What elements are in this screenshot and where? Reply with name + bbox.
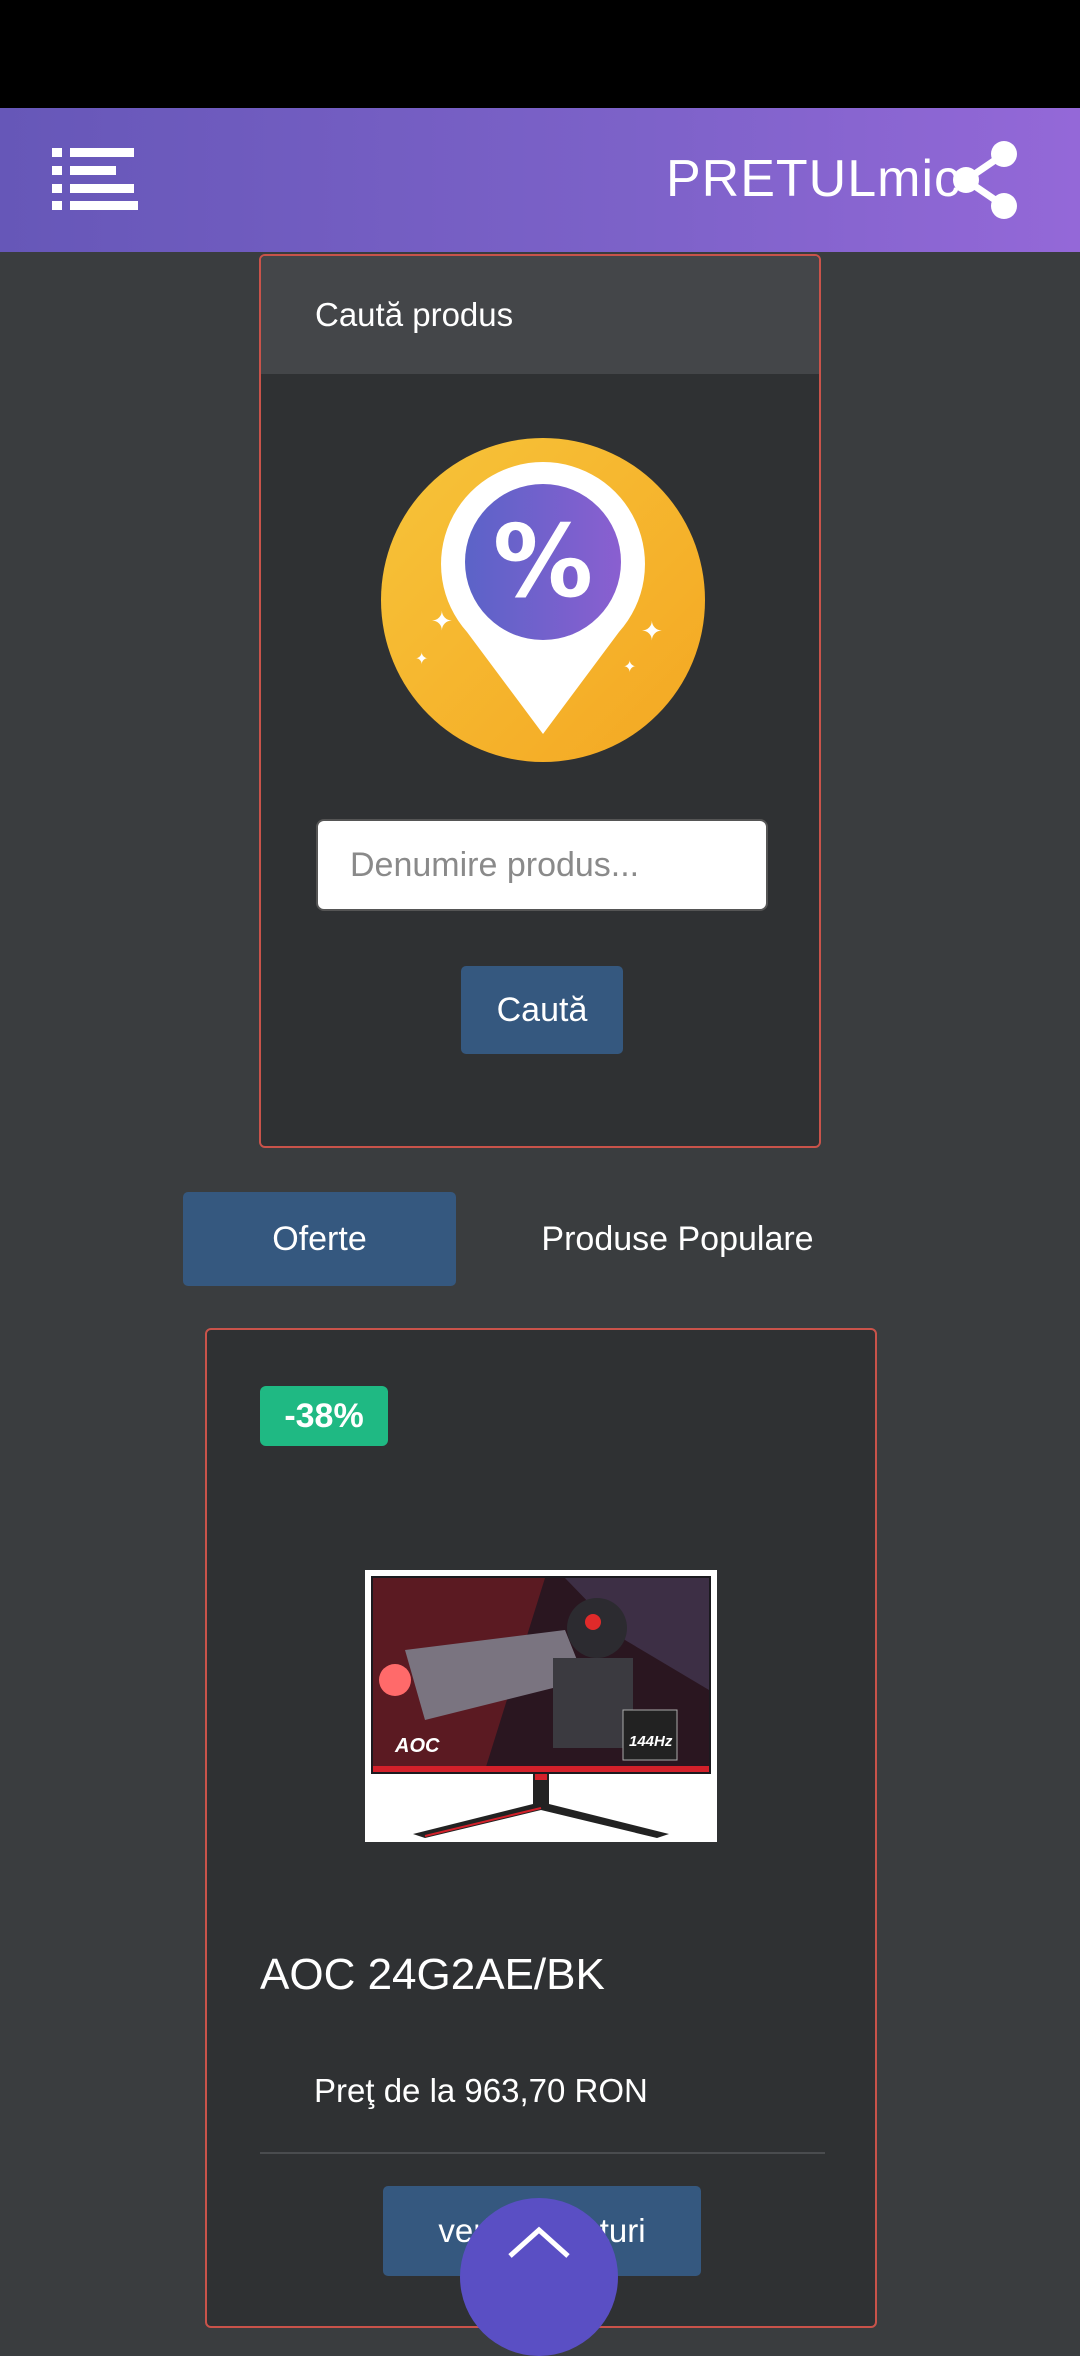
svg-text:✦: ✦	[415, 651, 428, 668]
brand-title: PRETULmic	[666, 150, 962, 208]
svg-text:%: %	[493, 503, 593, 620]
chevron-up-icon	[508, 2226, 570, 2258]
refresh-rate-text: 144Hz	[629, 1733, 673, 1750]
scroll-to-top-button[interactable]	[460, 2198, 618, 2356]
product-image[interactable]: AOC 144Hz	[365, 1570, 717, 1842]
search-button[interactable]: Caută	[461, 966, 623, 1054]
app-bar: PRETULmic	[0, 108, 1080, 252]
search-card: Caută produs % ✦ ✦ ✦ ✦ Caută	[259, 254, 821, 1148]
list-menu-icon[interactable]	[52, 148, 138, 210]
tab-popular-products[interactable]: Produse Populare	[520, 1192, 835, 1286]
monitor-brand-text: AOC	[394, 1735, 440, 1757]
svg-text:✦: ✦	[431, 606, 453, 636]
search-card-header: Caută produs	[261, 256, 819, 374]
discount-badge: -38%	[260, 1386, 388, 1446]
product-search-input[interactable]	[316, 819, 768, 911]
svg-text:✦: ✦	[641, 616, 663, 646]
product-card[interactable]: -38% AOC 144Hz AOC 24G2AE/BK Preţ de la …	[205, 1328, 877, 2328]
tab-offers[interactable]: Oferte	[183, 1192, 456, 1286]
percent-location-pin-icon: % ✦ ✦ ✦ ✦	[379, 434, 707, 770]
svg-text:✦: ✦	[623, 659, 636, 676]
share-icon[interactable]	[950, 140, 1020, 220]
search-card-title: Caută produs	[315, 296, 514, 333]
product-name[interactable]: AOC 24G2AE/BK	[260, 1950, 605, 2000]
divider	[260, 2152, 825, 2154]
product-price: Preţ de la 963,70 RON	[314, 2072, 648, 2109]
status-bar	[0, 0, 1080, 108]
